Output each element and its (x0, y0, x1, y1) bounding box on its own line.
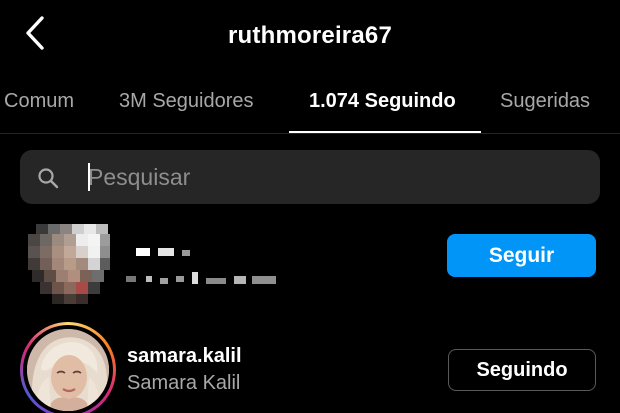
list-item[interactable]: Seguir (0, 224, 620, 314)
tab-bar: Comum 3M Seguidores 1.074 Seguindo Suger… (0, 72, 620, 134)
active-tab-indicator (289, 131, 481, 133)
header: ruthmoreira67 (0, 0, 620, 72)
username[interactable]: samara.kalil (127, 345, 242, 368)
profile-photo (27, 329, 109, 411)
search-bar[interactable] (20, 150, 600, 204)
following-screen: ruthmoreira67 Comum 3M Seguidores 1.074 … (0, 0, 620, 413)
redacted-username (126, 248, 276, 284)
avatar (27, 329, 109, 411)
text-caret (88, 163, 90, 191)
tab-comum[interactable]: Comum (4, 90, 74, 113)
tab-sugeridas[interactable]: Sugeridas (500, 90, 590, 113)
search-icon (38, 168, 59, 189)
follow-button[interactable]: Seguir (447, 234, 596, 277)
page-title: ruthmoreira67 (228, 22, 392, 49)
search-input[interactable] (88, 161, 568, 193)
tab-seguidores[interactable]: 3M Seguidores (119, 90, 254, 113)
full-name: Samara Kalil (127, 372, 241, 394)
tab-seguindo[interactable]: 1.074 Seguindo (309, 90, 456, 113)
story-ring-avatar[interactable] (20, 322, 116, 413)
list-item[interactable]: samara.kalil Samara Kalil Seguindo (0, 322, 620, 413)
following-button[interactable]: Seguindo (448, 349, 596, 391)
pixelated-avatar (28, 224, 110, 304)
